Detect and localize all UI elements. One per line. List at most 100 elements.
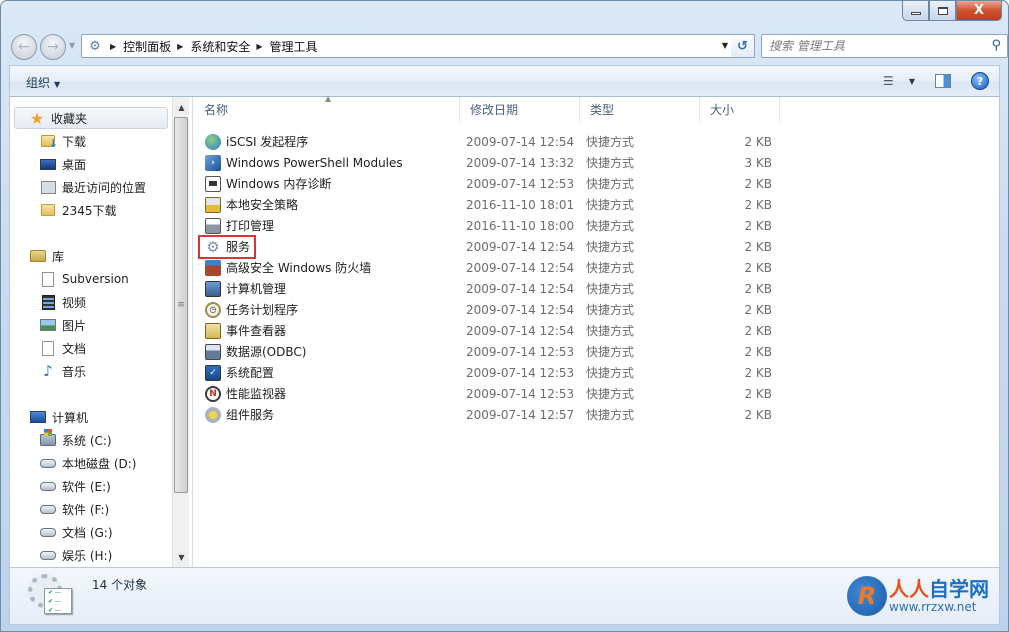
scroll-up-arrow-icon[interactable]: ▲ — [173, 99, 190, 115]
sidebar-item-drive-h[interactable]: 娱乐 (H:) — [10, 544, 172, 566]
sidebar-item-drive-f[interactable]: 软件 (F:) — [10, 498, 172, 520]
file-row[interactable]: ✓ 系统配置 2009-07-14 12:53 快捷方式 2 KB — [198, 362, 778, 383]
file-row[interactable]: 组件服务 2009-07-14 12:57 快捷方式 2 KB — [198, 404, 778, 425]
breadcrumb-control-panel[interactable]: 控制面板 — [123, 38, 171, 55]
sidebar-item-subversion[interactable]: Subversion — [10, 268, 172, 290]
sidebar-item-label: 系统 (C:) — [62, 433, 112, 448]
breadcrumb-admin-tools[interactable]: 管理工具 — [270, 38, 318, 55]
file-row[interactable]: ◷ 任务计划程序 2009-07-14 12:54 快捷方式 2 KB — [198, 299, 778, 320]
file-row[interactable]: N 性能监视器 2009-07-14 12:53 快捷方式 2 KB — [198, 383, 778, 404]
sidebar-item-label: 桌面 — [62, 157, 87, 172]
document-library-icon — [40, 271, 56, 287]
sidebar-item-documents[interactable]: 文档 — [10, 337, 172, 359]
back-button[interactable]: ← — [11, 34, 37, 60]
close-button[interactable]: X — [956, 1, 1002, 21]
event-viewer-icon — [205, 322, 221, 339]
sidebar-item-computer[interactable]: 计算机 — [10, 406, 172, 428]
highlight-box-services — [198, 235, 256, 259]
file-name-cell: › Windows PowerShell Modules — [205, 154, 403, 171]
file-modified: 2009-07-14 12:54 — [466, 134, 575, 149]
help-icon[interactable]: ? — [971, 72, 989, 90]
sidebar-item-downloads[interactable]: 下载 — [10, 130, 172, 152]
forward-button[interactable]: → — [40, 34, 66, 60]
file-modified: 2016-11-10 18:01 — [466, 197, 575, 212]
sidebar-item-drive-c[interactable]: 系统 (C:) — [10, 429, 172, 451]
file-row[interactable]: 数据源(ODBC) 2009-07-14 12:53 快捷方式 2 KB — [198, 341, 778, 362]
sidebar-item-2345-downloads[interactable]: 2345下载 — [10, 199, 172, 221]
search-input[interactable] — [769, 39, 979, 53]
breadcrumb-system-security[interactable]: 系统和安全 — [190, 38, 250, 55]
firewall-icon — [205, 259, 221, 276]
memory-diagnostic-icon — [205, 175, 221, 192]
scroll-down-arrow-icon[interactable]: ▼ — [173, 549, 190, 565]
file-row[interactable]: › Windows PowerShell Modules 2009-07-14 13… — [198, 152, 778, 173]
column-header-label: 修改日期 — [470, 103, 519, 117]
sidebar-item-drive-e[interactable]: 软件 (E:) — [10, 475, 172, 497]
navigation-pane-scrollbar[interactable]: ▲ ≡ ▼ — [172, 97, 189, 567]
file-row[interactable]: 打印管理 2016-11-10 18:00 快捷方式 2 KB — [198, 215, 778, 236]
preview-pane-icon[interactable] — [935, 74, 951, 88]
file-name-cell: iSCSI 发起程序 — [205, 133, 308, 150]
column-header-modified[interactable]: 修改日期 — [460, 97, 580, 122]
performance-monitor-icon: N — [205, 385, 221, 402]
breadcrumb-separator-icon[interactable]: ▶ — [256, 42, 262, 51]
breadcrumb-separator-icon[interactable]: ▶ — [110, 42, 116, 51]
column-header-type[interactable]: 类型 — [580, 97, 700, 122]
file-name-cell: 高级安全 Windows 防火墙 — [205, 259, 371, 276]
sidebar-item-recent-places[interactable]: 最近访问的位置 — [10, 176, 172, 198]
printer-icon — [205, 217, 221, 234]
search-icon[interactable]: ⚲ — [991, 38, 1001, 53]
sidebar-item-desktop[interactable]: 桌面 — [10, 153, 172, 175]
file-name-cell: 数据源(ODBC) — [205, 343, 306, 360]
file-row[interactable]: 计算机管理 2009-07-14 12:54 快捷方式 2 KB — [198, 278, 778, 299]
file-size: 2 KB — [744, 302, 772, 317]
sidebar-item-favorites[interactable]: ★ 收藏夹 — [14, 107, 168, 129]
file-size: 2 KB — [744, 344, 772, 359]
file-list: 名称 ▲ 修改日期 类型 大小 iSCSI 发起程序 2009-07-14 12:… — [194, 94, 999, 567]
view-options-dropdown[interactable]: ▼ — [909, 77, 915, 86]
file-row[interactable]: ⚙ 服务 2009-07-14 12:54 快捷方式 2 KB — [198, 236, 778, 257]
minimize-button[interactable] — [902, 1, 929, 21]
file-type: 快捷方式 — [586, 366, 635, 380]
file-type: 快捷方式 — [586, 261, 635, 275]
documents-icon — [40, 340, 56, 356]
sidebar-item-pictures[interactable]: 图片 — [10, 314, 172, 336]
maximize-button[interactable] — [929, 1, 956, 21]
refresh-button[interactable]: ↺ — [731, 34, 755, 58]
file-row[interactable]: Windows 内存诊断 2009-07-14 12:53 快捷方式 2 KB — [198, 173, 778, 194]
recent-pages-dropdown[interactable]: ▼ — [69, 41, 75, 50]
organize-menu-button[interactable]: 组织 ▼ — [26, 74, 60, 91]
file-type: 快捷方式 — [586, 408, 635, 422]
file-row[interactable]: iSCSI 发起程序 2009-07-14 12:54 快捷方式 2 KB — [198, 131, 778, 152]
file-type: 快捷方式 — [586, 156, 635, 170]
sidebar-item-music[interactable]: ♪ 音乐 — [10, 360, 172, 382]
sidebar-item-label: 视频 — [62, 295, 87, 310]
toolbar-right: ☰ ▼ ? — [883, 72, 989, 90]
sidebar-item-libraries[interactable]: 库 — [10, 245, 172, 267]
scrollbar-thumb[interactable]: ≡ — [174, 117, 188, 493]
file-row[interactable]: 事件查看器 2009-07-14 12:54 快捷方式 2 KB — [198, 320, 778, 341]
sidebar-item-drive-d[interactable]: 本地磁盘 (D:) — [10, 452, 172, 474]
drive-icon — [40, 524, 56, 540]
file-size: 2 KB — [744, 260, 772, 275]
breadcrumb-separator-icon[interactable]: ▶ — [177, 42, 183, 51]
column-header-name[interactable]: 名称 ▲ — [194, 94, 460, 122]
sidebar-item-videos[interactable]: 视频 — [10, 291, 172, 313]
file-row[interactable]: 本地安全策略 2016-11-10 18:01 快捷方式 2 KB — [198, 194, 778, 215]
sidebar-item-label: 软件 (F:) — [62, 502, 110, 517]
file-size: 2 KB — [744, 365, 772, 380]
column-header-size[interactable]: 大小 — [700, 97, 780, 122]
file-name: 计算机管理 — [226, 282, 287, 296]
address-bar[interactable]: ⚙ ▶ 控制面板 ▶ 系统和安全 ▶ 管理工具 ▼ — [81, 34, 733, 58]
watermark: R 人人自学网 www.rrzxw.net — [847, 576, 989, 616]
watermark-logo-icon: R — [847, 576, 887, 616]
sidebar-item-drive-g[interactable]: 文档 (G:) — [10, 521, 172, 543]
file-row[interactable]: 高级安全 Windows 防火墙 2009-07-14 12:54 快捷方式 2 KB — [198, 257, 778, 278]
address-dropdown-icon[interactable]: ▼ — [722, 41, 728, 50]
pictures-icon — [40, 317, 56, 333]
file-modified: 2009-07-14 12:53 — [466, 365, 575, 380]
music-icon: ♪ — [43, 362, 53, 380]
file-size: 2 KB — [744, 197, 772, 212]
view-details-icon[interactable]: ☰ — [883, 74, 901, 88]
file-name-cell: N 性能监视器 — [205, 385, 286, 402]
